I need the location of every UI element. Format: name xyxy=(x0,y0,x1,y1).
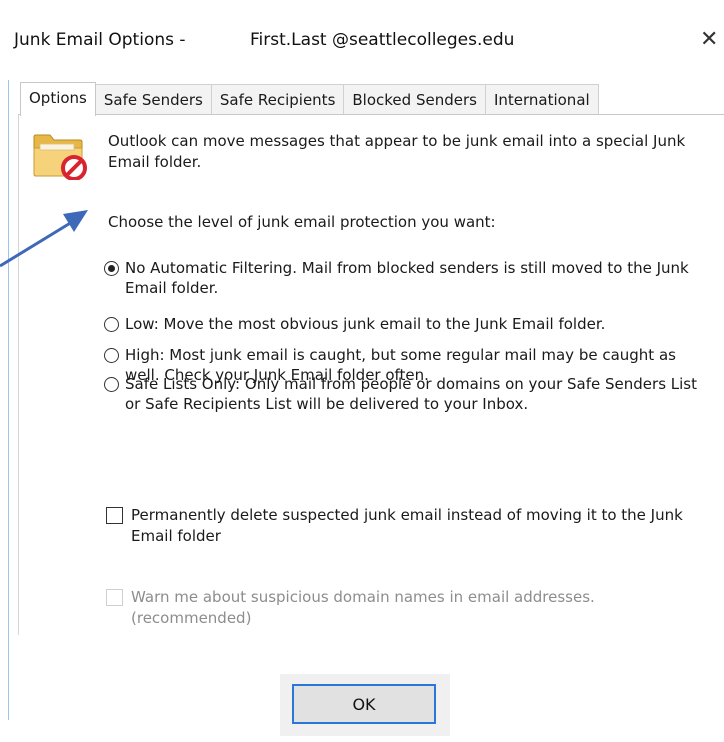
title-bar: Junk Email Options - First.Last @seattle… xyxy=(0,0,724,78)
no-entry-icon xyxy=(61,155,87,180)
tab-blocked-senders[interactable]: Blocked Senders xyxy=(343,84,486,115)
tab-safe-recipients[interactable]: Safe Recipients xyxy=(210,84,345,115)
warn-suspicious-option: Warn me about suspicious domain names in… xyxy=(106,587,711,629)
radio-no-automatic-filtering[interactable]: No Automatic Filtering. Mail from blocke… xyxy=(104,258,715,298)
tab-strip: Options Safe Senders Safe Recipients Blo… xyxy=(20,82,599,116)
warn-suspicious-checkbox xyxy=(106,589,123,606)
intro-description: Outlook can move messages that appear to… xyxy=(108,132,686,171)
window-title: Junk Email Options - xyxy=(14,30,186,50)
radio-button[interactable] xyxy=(104,317,119,332)
permanently-delete-checkbox[interactable] xyxy=(106,507,123,524)
protection-level-prompt: Choose the level of junk email protectio… xyxy=(108,213,496,231)
radio-button[interactable] xyxy=(104,377,119,392)
radio-low[interactable]: Low: Move the most obvious junk email to… xyxy=(104,314,715,334)
radio-label: Safe Lists Only: Only mail from people o… xyxy=(125,375,697,413)
radio-button-selected[interactable] xyxy=(104,261,119,276)
tab-safe-senders[interactable]: Safe Senders xyxy=(94,84,212,115)
window-account: First.Last @seattlecolleges.edu xyxy=(250,30,515,50)
radio-button[interactable] xyxy=(104,348,119,363)
dialog-border xyxy=(8,80,9,720)
radio-label: No Automatic Filtering. Mail from blocke… xyxy=(125,259,689,297)
radio-safe-lists-only[interactable]: Safe Lists Only: Only mail from people o… xyxy=(104,374,715,414)
warn-suspicious-label: Warn me about suspicious domain names in… xyxy=(131,588,595,627)
ok-button[interactable]: OK xyxy=(292,684,436,724)
permanently-delete-label: Permanently delete suspected junk email … xyxy=(131,506,683,545)
permanently-delete-option[interactable]: Permanently delete suspected junk email … xyxy=(106,505,711,547)
radio-label: Low: Move the most obvious junk email to… xyxy=(125,315,606,333)
junk-folder-icon xyxy=(33,134,87,180)
junk-email-options-dialog: Junk Email Options - First.Last @seattle… xyxy=(0,0,724,742)
close-icon[interactable]: ✕ xyxy=(700,24,724,56)
tab-international[interactable]: International xyxy=(484,84,599,115)
tab-options[interactable]: Options xyxy=(20,82,96,116)
